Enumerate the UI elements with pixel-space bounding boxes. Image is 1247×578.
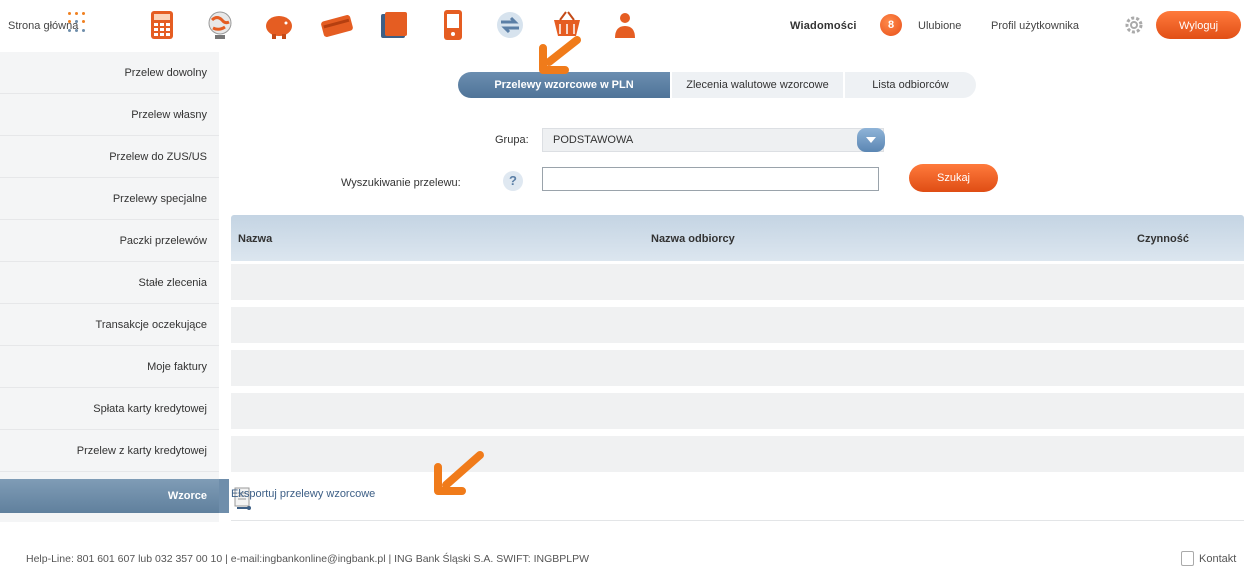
sidebar-item-wzorce[interactable]: Wzorce [0, 479, 219, 513]
sidebar-item-przelew-zus-us[interactable]: Przelew do ZUS/US [0, 136, 219, 178]
dropdown-arrow-icon[interactable] [857, 128, 885, 152]
wallet-icon[interactable] [377, 8, 411, 42]
transfer-icon[interactable] [493, 8, 527, 42]
messages-link[interactable]: Wiadomości [790, 20, 857, 32]
column-header-nazwa[interactable]: Nazwa [238, 215, 272, 263]
table-row [231, 264, 1244, 300]
group-selected-value: PODSTAWOWA [553, 134, 634, 146]
column-header-czynnosc: Czynność [1137, 233, 1189, 245]
tab-zlecenia-walutowe[interactable]: Zlecenia walutowe wzorcowe [672, 72, 843, 98]
group-select[interactable]: PODSTAWOWA [542, 128, 885, 152]
divider [231, 520, 1244, 521]
sidebar-item-przelew-dowolny[interactable]: Przelew dowolny [0, 52, 219, 94]
home-grid-icon[interactable] [66, 11, 88, 37]
group-label: Grupa: [495, 134, 529, 146]
sidebar-item-przelewy-specjalne[interactable]: Przelewy specjalne [0, 178, 219, 220]
piggy-bank-icon[interactable] [262, 8, 296, 42]
annotation-arrow-icon [434, 451, 484, 495]
table-row [231, 393, 1244, 429]
sidebar-item-transakcje-oczekujace[interactable]: Transakcje oczekujące [0, 304, 219, 346]
card-icon[interactable] [320, 8, 354, 42]
contact-icon[interactable] [1181, 551, 1194, 566]
export-templates-link[interactable]: Eksportuj przelewy wzorcowe [231, 488, 375, 500]
top-bar: Strona główna Wiadomości 8 Ulubione Prof… [0, 0, 1247, 52]
sidebar-item-moje-faktury[interactable]: Moje faktury [0, 346, 219, 388]
table-row [231, 350, 1244, 386]
sidebar-item-stale-zlecenia[interactable]: Stałe zlecenia [0, 262, 219, 304]
help-icon[interactable]: ? [503, 171, 523, 191]
logout-button[interactable]: Wyloguj [1156, 11, 1241, 39]
favourites-link[interactable]: Ulubione [918, 20, 961, 32]
phone-icon[interactable] [436, 8, 470, 42]
table-header: Nazwa Nazwa odbiorcy Czynność [231, 215, 1244, 261]
tab-lista-odbiorcow[interactable]: Lista odbiorców [845, 72, 976, 98]
calculator-icon[interactable] [145, 8, 179, 42]
active-item-indicator [219, 479, 229, 513]
sidebar-item-splata-karty[interactable]: Spłata karty kredytowej [0, 388, 219, 430]
search-input[interactable] [542, 167, 879, 191]
sidebar-item-przelew-wlasny[interactable]: Przelew własny [0, 94, 219, 136]
globe-icon[interactable] [203, 8, 237, 42]
search-label: Wyszukiwanie przelewu: [341, 177, 461, 189]
table-row [231, 436, 1244, 472]
search-button[interactable]: Szukaj [909, 164, 998, 192]
profile-link[interactable]: Profil użytkownika [991, 20, 1079, 32]
messages-count-badge[interactable]: 8 [880, 14, 902, 36]
sidebar: Przelew dowolny Przelew własny Przelew d… [0, 52, 219, 522]
column-header-nazwa-odbiorcy[interactable]: Nazwa odbiorcy [651, 215, 735, 263]
sidebar-item-paczki-przelewow[interactable]: Paczki przelewów [0, 220, 219, 262]
gear-icon[interactable] [1124, 15, 1144, 35]
sidebar-item-przelew-z-karty[interactable]: Przelew z karty kredytowej [0, 430, 219, 472]
insurance-icon[interactable] [608, 8, 642, 42]
footer-contact-info: Help-Line: 801 601 607 lub 032 357 00 10… [26, 553, 590, 565]
table-row [231, 307, 1244, 343]
contact-link[interactable]: Kontakt [1199, 553, 1236, 565]
annotation-arrow-icon [539, 36, 581, 74]
